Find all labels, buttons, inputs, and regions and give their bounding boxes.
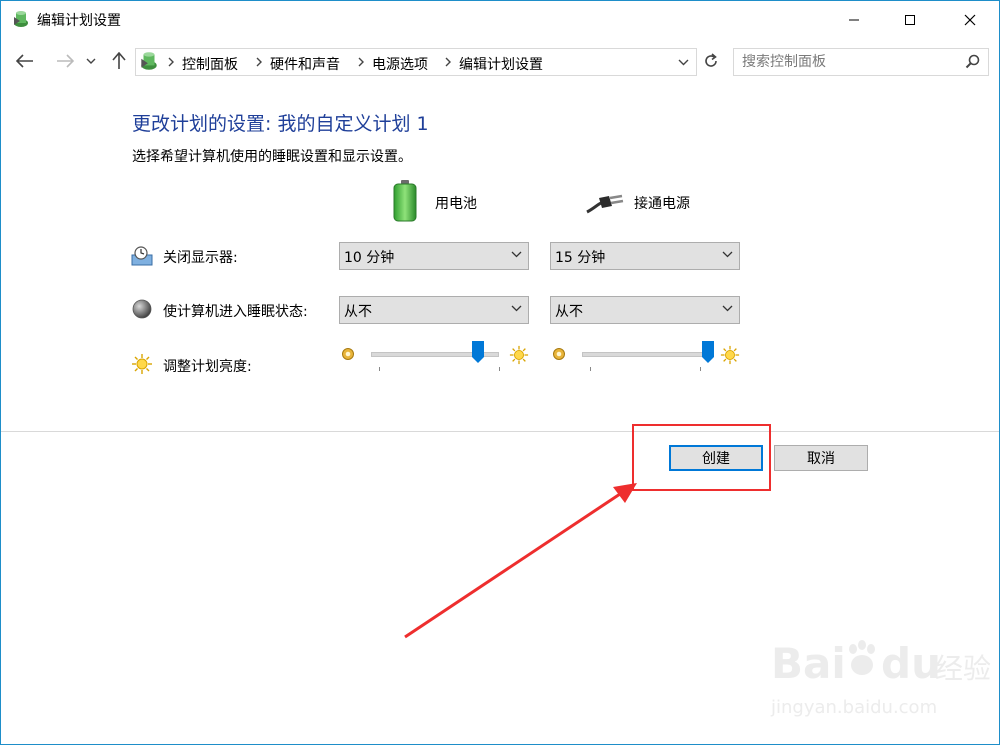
slider-tick bbox=[379, 367, 380, 371]
recent-locations-button[interactable] bbox=[83, 49, 99, 73]
minimize-icon bbox=[849, 19, 859, 21]
sun-icon bbox=[132, 354, 152, 374]
watermark-brand: Bai bbox=[771, 639, 846, 688]
brightness-plugged-slider[interactable] bbox=[550, 341, 740, 371]
bright-sun-icon bbox=[509, 345, 529, 365]
sleep-label: 使计算机进入睡眠状态: bbox=[163, 304, 308, 320]
chevron-down-icon bbox=[86, 58, 96, 64]
sleep-plugged-select[interactable]: 从不 bbox=[550, 296, 740, 324]
slider-tick bbox=[499, 367, 500, 371]
breadcrumb-hardware-sound[interactable]: 硬件和声音 bbox=[270, 54, 340, 74]
chevron-down-icon[interactable] bbox=[678, 59, 689, 66]
slider-track bbox=[582, 352, 710, 357]
address-bar: 控制面板 硬件和声音 电源选项 编辑计划设置 bbox=[1, 45, 999, 77]
chevron-down-icon bbox=[722, 305, 733, 312]
edit-plan-settings-window: 编辑计划设置 控制面板 硬件和声音 电源选项 编辑计划设置 搜索控制面板 更改计… bbox=[0, 0, 1000, 745]
power-plug-icon bbox=[586, 194, 624, 214]
page-title: 更改计划的设置: 我的自定义计划 1 bbox=[132, 113, 429, 135]
arrow-up-icon bbox=[112, 52, 126, 69]
bright-sun-icon bbox=[720, 345, 740, 365]
up-button[interactable] bbox=[107, 49, 131, 73]
paw-icon bbox=[849, 640, 875, 675]
monitor-clock-icon bbox=[131, 246, 153, 266]
chevron-right-icon bbox=[445, 57, 451, 67]
chevron-down-icon bbox=[511, 251, 522, 258]
chevron-down-icon bbox=[511, 305, 522, 312]
sleep-battery-value: 从不 bbox=[344, 304, 372, 320]
column-header-plugged-in: 接通电源 bbox=[634, 196, 690, 212]
footer-divider bbox=[1, 431, 999, 432]
watermark-jingyan: 经验 bbox=[935, 652, 992, 685]
sleep-battery-select[interactable]: 从不 bbox=[339, 296, 529, 324]
display-off-plugged-value: 15 分钟 bbox=[555, 250, 606, 266]
watermark-url: jingyan.baidu.com bbox=[771, 697, 938, 718]
sleep-plugged-value: 从不 bbox=[555, 304, 583, 320]
slider-tick bbox=[590, 367, 591, 371]
arrow-right-icon bbox=[57, 54, 74, 68]
column-header-battery: 用电池 bbox=[435, 196, 477, 212]
display-off-battery-value: 10 分钟 bbox=[344, 250, 395, 266]
cancel-button[interactable]: 取消 bbox=[774, 445, 868, 471]
chevron-right-icon bbox=[358, 57, 364, 67]
forward-button[interactable] bbox=[53, 49, 77, 73]
battery-icon bbox=[393, 180, 417, 222]
breadcrumb-edit-plan-settings[interactable]: 编辑计划设置 bbox=[459, 54, 543, 74]
highlight-box bbox=[632, 424, 771, 491]
display-off-label: 关闭显示器: bbox=[163, 250, 238, 266]
window-title: 编辑计划设置 bbox=[37, 13, 121, 29]
brightness-battery-slider[interactable] bbox=[339, 341, 529, 371]
address-box[interactable]: 控制面板 硬件和声音 电源选项 编辑计划设置 bbox=[135, 48, 697, 76]
watermark-brand-suffix: du bbox=[881, 639, 941, 688]
power-options-icon bbox=[14, 11, 28, 27]
page-subtitle: 选择希望计算机使用的睡眠设置和显示设置。 bbox=[132, 149, 412, 165]
minimize-button[interactable] bbox=[831, 1, 877, 39]
arrow-left-icon bbox=[16, 54, 33, 68]
dim-sun-icon bbox=[342, 348, 354, 360]
baidu-watermark: Bai du 经验 jingyan.baidu.com bbox=[771, 635, 991, 725]
breadcrumb-control-panel[interactable]: 控制面板 bbox=[182, 54, 238, 74]
slider-tick bbox=[700, 367, 701, 371]
slider-thumb[interactable] bbox=[702, 341, 714, 363]
close-button[interactable] bbox=[947, 1, 993, 39]
search-icon[interactable] bbox=[965, 54, 980, 69]
title-bar[interactable]: 编辑计划设置 bbox=[1, 1, 999, 39]
refresh-icon bbox=[705, 53, 717, 67]
search-input[interactable] bbox=[742, 52, 952, 72]
maximize-button[interactable] bbox=[887, 1, 933, 39]
back-button[interactable] bbox=[13, 49, 37, 73]
chevron-right-icon bbox=[168, 57, 174, 67]
display-off-battery-select[interactable]: 10 分钟 bbox=[339, 242, 529, 270]
slider-thumb[interactable] bbox=[472, 341, 485, 363]
search-box bbox=[733, 48, 989, 76]
brightness-label: 调整计划亮度: bbox=[163, 359, 252, 375]
display-off-plugged-select[interactable]: 15 分钟 bbox=[550, 242, 740, 270]
maximize-icon bbox=[905, 15, 915, 25]
power-options-icon bbox=[141, 52, 157, 70]
moon-icon bbox=[132, 299, 152, 319]
close-icon bbox=[964, 14, 976, 26]
chevron-right-icon bbox=[256, 57, 262, 67]
chevron-down-icon bbox=[722, 251, 733, 258]
refresh-button[interactable] bbox=[699, 49, 723, 73]
dim-sun-icon bbox=[553, 348, 565, 360]
breadcrumb-power-options[interactable]: 电源选项 bbox=[372, 54, 428, 74]
